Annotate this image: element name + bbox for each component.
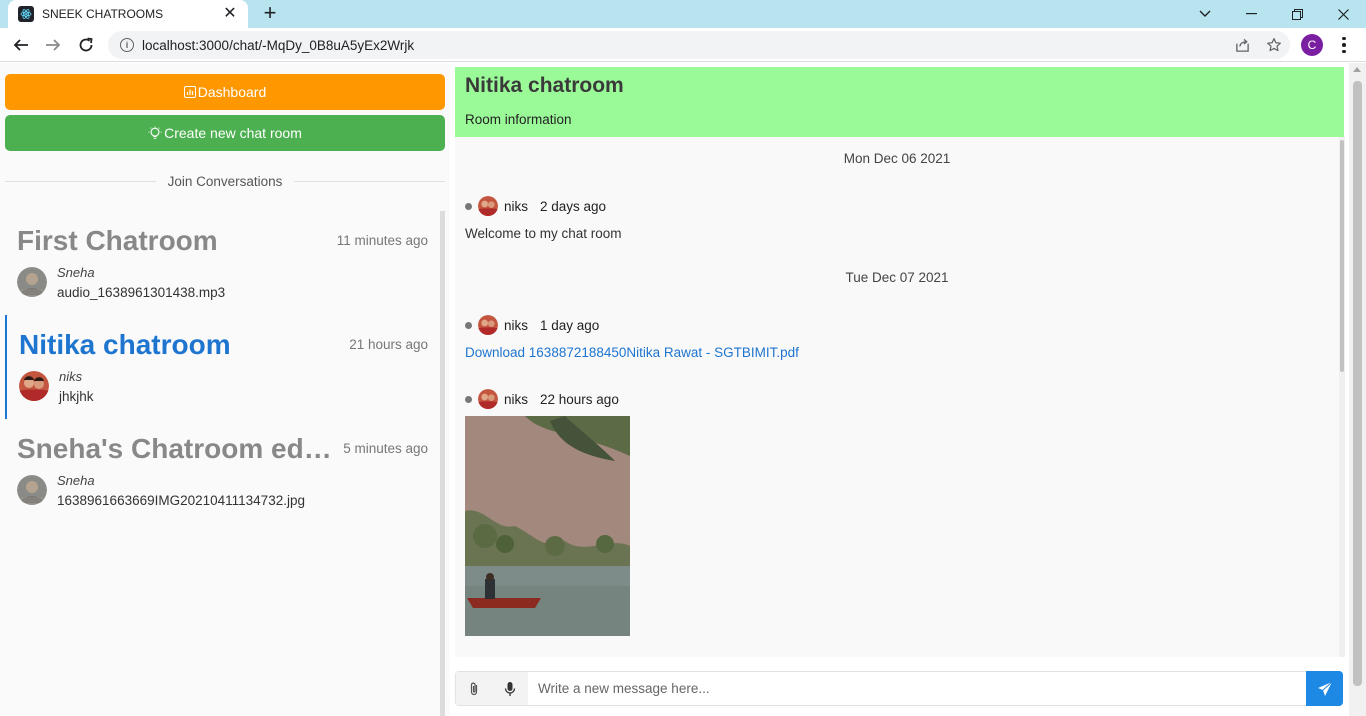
close-tab-icon[interactable]: ✕ xyxy=(222,6,238,22)
chat-room-item[interactable]: Sneha's Chatroom edit... 5 minutes ago S… xyxy=(5,419,440,523)
room-name: Sneha's Chatroom edit... xyxy=(17,433,339,464)
page-scrollbar-thumb[interactable] xyxy=(1353,81,1362,686)
address-bar[interactable]: i localhost:3000/chat/-MqDy_0B8uA5yEx2Wr… xyxy=(108,31,1290,59)
room-last-sender: Sneha xyxy=(57,265,95,280)
bookmark-star-icon[interactable] xyxy=(1258,37,1290,53)
chat-room-item-active[interactable]: Nitika chatroom 21 hours ago niks jhkjhk xyxy=(5,315,440,419)
status-dot-icon xyxy=(465,395,472,403)
room-name: First Chatroom xyxy=(17,225,218,256)
room-last-sender: Sneha xyxy=(57,473,95,488)
join-conversations-divider: Join Conversations xyxy=(5,173,445,189)
tab-search-icon[interactable] xyxy=(1182,0,1228,28)
dashboard-icon xyxy=(183,86,196,98)
message-meta: niks 1 day ago xyxy=(465,314,599,336)
share-icon[interactable] xyxy=(1226,38,1258,53)
avatar xyxy=(478,196,498,216)
url-text[interactable]: localhost:3000/chat/-MqDy_0B8uA5yEx2Wrjk xyxy=(142,38,1226,53)
join-conversations-label: Join Conversations xyxy=(167,173,283,189)
scroll-up-arrow-icon[interactable] xyxy=(1353,67,1361,72)
avatar xyxy=(19,371,49,401)
reload-icon[interactable] xyxy=(74,33,98,57)
chat-room-item[interactable]: First Chatroom 11 minutes ago Sneha audi… xyxy=(5,211,440,315)
browser-tab-strip: SNEEK CHATROOMS ✕ + xyxy=(0,0,1366,28)
profile-avatar[interactable]: C xyxy=(1301,34,1323,56)
site-info-icon[interactable]: i xyxy=(120,38,134,52)
date-separator: Mon Dec 06 2021 xyxy=(843,151,951,166)
room-information-link[interactable]: Room information xyxy=(465,112,572,127)
avatar xyxy=(478,315,498,335)
message-time: 2 days ago xyxy=(540,198,607,214)
message-meta: niks 22 hours ago xyxy=(465,388,619,410)
message-author[interactable]: niks xyxy=(504,392,528,407)
create-chat-room-label: Create new chat room xyxy=(164,125,302,141)
room-time: 21 hours ago xyxy=(349,337,428,352)
page-scrollbar[interactable] xyxy=(1349,63,1366,716)
forward-arrow-icon[interactable] xyxy=(41,33,65,57)
chat-bulb-icon xyxy=(148,126,162,139)
room-last-message: audio_1638961301438.mp3 xyxy=(57,285,226,300)
browser-tab[interactable]: SNEEK CHATROOMS ✕ xyxy=(8,0,248,28)
room-last-message: 1638961663669IMG20210411134732.jpg xyxy=(57,493,305,508)
message-input[interactable] xyxy=(528,672,1304,705)
back-arrow-icon[interactable] xyxy=(9,33,33,57)
file-download-link[interactable]: Download 1638872188450Nitika Rawat - SGT… xyxy=(465,345,799,360)
message-author[interactable]: niks xyxy=(504,199,528,214)
microphone-icon xyxy=(504,681,516,696)
message-author[interactable]: niks xyxy=(504,318,528,333)
message-time: 22 hours ago xyxy=(540,391,619,407)
avatar xyxy=(17,267,47,297)
create-chat-room-button[interactable]: Create new chat room xyxy=(5,115,445,151)
dashboard-label: Dashboard xyxy=(197,84,267,100)
sidebar: Dashboard Create new chat room Join Conv… xyxy=(0,63,450,716)
react-logo-icon xyxy=(18,6,34,22)
new-tab-button[interactable]: + xyxy=(258,0,282,28)
message-image[interactable] xyxy=(465,416,630,636)
chat-room-list: First Chatroom 11 minutes ago Sneha audi… xyxy=(5,211,440,716)
restore-icon[interactable] xyxy=(1274,0,1320,28)
messages-scrollbar-thumb[interactable] xyxy=(1340,140,1344,372)
room-time: 5 minutes ago xyxy=(343,441,428,456)
dashboard-button[interactable]: Dashboard xyxy=(5,74,445,110)
attach-file-button[interactable] xyxy=(456,672,492,705)
minimize-icon[interactable] xyxy=(1228,0,1274,28)
room-time: 11 minutes ago xyxy=(336,233,428,248)
date-separator: Tue Dec 07 2021 xyxy=(845,270,949,285)
avatar xyxy=(478,389,498,409)
message-text: Welcome to my chat room xyxy=(465,226,622,241)
message-composer xyxy=(455,671,1343,706)
close-window-icon[interactable] xyxy=(1320,0,1366,28)
browser-menu-icon[interactable] xyxy=(1334,33,1354,57)
room-last-message: jhkjhk xyxy=(59,389,94,404)
paperclip-icon xyxy=(470,682,478,695)
message-list: Mon Dec 06 2021 niks 2 days ago Welcome … xyxy=(455,137,1339,657)
room-name: Nitika chatroom xyxy=(19,329,231,360)
chat-room-title: Nitika chatroom xyxy=(465,74,624,97)
status-dot-icon xyxy=(465,202,472,210)
status-dot-icon xyxy=(465,321,472,329)
record-audio-button[interactable] xyxy=(492,672,528,705)
message-time: 1 day ago xyxy=(540,317,600,333)
send-icon xyxy=(1317,681,1332,696)
sidebar-scrollbar[interactable] xyxy=(440,211,445,716)
avatar xyxy=(17,475,47,505)
browser-toolbar: i localhost:3000/chat/-MqDy_0B8uA5yEx2Wr… xyxy=(0,28,1366,62)
send-button[interactable] xyxy=(1306,671,1343,706)
tab-title: SNEEK CHATROOMS xyxy=(42,7,164,21)
message-meta: niks 2 days ago xyxy=(465,195,606,217)
chat-header: Nitika chatroom Room information xyxy=(455,67,1344,137)
room-last-sender: niks xyxy=(59,369,83,384)
